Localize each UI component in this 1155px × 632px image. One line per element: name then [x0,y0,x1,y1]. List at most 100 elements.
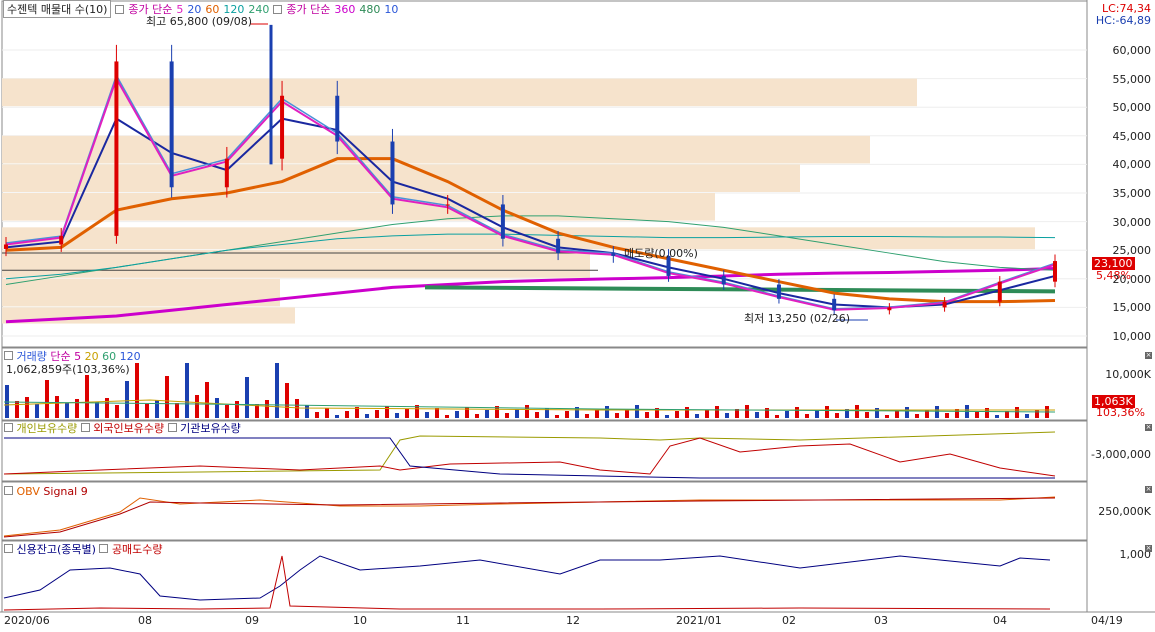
holders-series-2: 기관보유수량 [180,422,241,435]
close-panel-icon[interactable]: × [1145,545,1152,552]
legend-toggle-icon[interactable] [4,486,13,495]
volume-bar [325,408,329,418]
price-tick-label: 20,000 [1112,272,1152,286]
ma-period-20: 20 [187,2,202,16]
legend-toggle-icon[interactable] [273,4,283,14]
volume-bar [315,412,319,418]
volume-legend: 거래량 단순 5 20 60 120 [4,350,141,363]
price-tick-label: 40,000 [1112,158,1152,172]
ma-period-240: 240 [248,2,270,16]
volume-bar [535,412,539,418]
hc-readout: HC:-64,89 [1095,14,1151,27]
volume-value: 1,062,859주(103,36%) [6,363,130,376]
legend-toggle-icon[interactable] [80,423,90,432]
volume-bar [635,405,639,418]
volume-bar [485,410,489,418]
volume-bar [685,407,689,418]
volume-profile-bar [2,250,590,278]
volume-ma-period-20: 20 [81,350,99,363]
volume-bar [175,403,179,418]
volume-bar [275,363,279,418]
stock-chart-canvas[interactable] [0,0,1155,632]
volume-bar [605,406,609,418]
volume-bar [725,413,729,418]
volume-bar [425,412,429,418]
candle-body [942,301,947,308]
legend-toggle-icon[interactable] [115,4,125,14]
panel-frame [1,540,1088,613]
candle-body [445,204,450,206]
candle-body [611,253,616,256]
obv-series-0: OBV [16,485,40,498]
volume-profile-bar [2,78,917,107]
credit-legend: 신용잔고(종목별) 공매도수량 [4,543,163,556]
credit-series-0: 신용잔고(종목별) [16,543,96,556]
date-tick-label: 12 [566,614,580,627]
volume-bar [825,406,829,418]
holders-legend: 개인보유수량 외국인보유수량 기관보유수량 [4,422,241,435]
close-panel-icon[interactable]: × [1145,424,1152,431]
legend-toggle-icon[interactable] [4,351,13,360]
volume-bar [895,411,899,418]
volume-bar [995,415,999,418]
volume-bar [935,406,939,418]
close-panel-icon[interactable]: × [1145,486,1152,493]
legend-toggle-icon[interactable] [4,544,13,553]
volume-bar [405,409,409,418]
volume-bar [1015,407,1019,418]
volume-bar [795,407,799,418]
volume-bar [45,380,49,418]
volume-bar [155,400,159,418]
ma-period-120: 120 [223,2,245,16]
volume-ma-label: 단순 [50,350,71,363]
ma-period-480: 480 [359,2,381,16]
volume-bar [95,402,99,418]
volume-bar [805,414,809,418]
volume-bar [115,405,119,418]
volume-bar [905,407,909,418]
close-panel-icon[interactable]: × [1145,352,1152,359]
date-tick-label: 03 [874,614,888,627]
candle-body [1053,261,1057,282]
volume-bar [285,383,289,418]
legend-toggle-icon[interactable] [99,544,109,553]
volume-bar [675,411,679,418]
candle-body [280,95,285,159]
candle-body [335,95,340,142]
stock-name[interactable]: 수젠텍 매물대 수(10) [3,0,112,18]
volume-bar [335,415,339,418]
date-tick-label: 2021/01 [676,614,722,627]
volume-bar [705,410,709,418]
vol-ma-label: 종가 단순 [286,3,331,16]
volume-profile-bar [2,164,800,192]
volume-bar [615,413,619,418]
candle-body [776,284,781,299]
volume-bar [665,415,669,418]
volume-ma-periods: 5 20 60 120 [74,350,141,363]
obv-series-1: Signal 9 [43,485,88,498]
volume-bar [15,401,19,418]
volume-bar [125,381,129,418]
price-tick-label: 55,000 [1112,72,1152,86]
volume-bar [865,412,869,418]
volume-bar [915,414,919,418]
low-annotation: 최저 13,250 (02/26) [744,312,851,325]
legend-toggle-icon[interactable] [167,423,177,432]
legend-toggle-icon[interactable] [4,423,13,432]
price-tick-label: 45,000 [1112,129,1152,143]
volume-bar [375,410,379,418]
date-tick-label: 11 [456,614,470,627]
price-tick-label: 25,000 [1112,244,1152,258]
price-tick-label: 30,000 [1112,215,1152,229]
volume-ma-period-120: 120 [116,350,141,363]
volume-bar [235,401,239,418]
volume-bar [855,405,859,418]
volume-bar [475,414,479,418]
ma-period-360: 360 [334,2,356,16]
date-tick-label: 09 [245,614,259,627]
volume-bar [265,400,269,418]
volume-bar [885,415,889,418]
volume-bar [245,377,249,418]
candle-body [169,61,174,188]
volume-profile-bar [2,135,870,164]
